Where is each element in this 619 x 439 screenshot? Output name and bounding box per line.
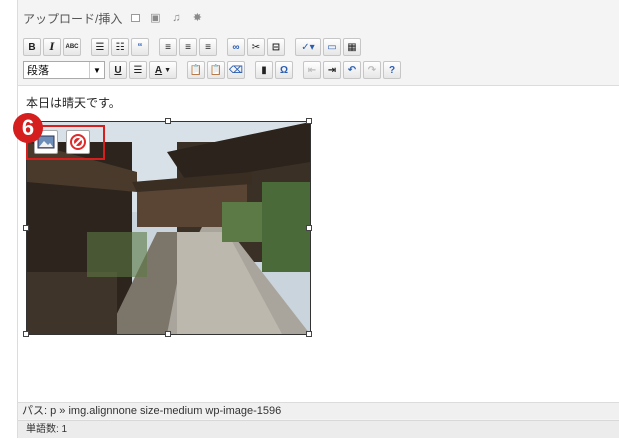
video-icon[interactable]: ▣ [149, 12, 161, 24]
kitchen-sink-icon: ▦ [347, 41, 357, 53]
justify-icon: ☰ [133, 64, 143, 76]
resize-handle-top[interactable] [165, 118, 171, 124]
spellcheck-button[interactable]: ✓▾ [295, 38, 321, 56]
insert-link-button[interactable]: ∞ [227, 38, 245, 56]
fullscreen-icon: ▭ [327, 41, 337, 53]
resize-handle-right[interactable] [306, 225, 312, 231]
align-right-icon: ≡ [205, 41, 211, 53]
text-color-button[interactable]: A ▼ [149, 61, 177, 79]
outdent-icon: ⇤ [307, 64, 317, 76]
delete-image-icon [70, 134, 86, 150]
editor-content[interactable]: 本日は晴天です。 [18, 85, 619, 402]
help-button[interactable]: ? [383, 61, 401, 79]
align-center-icon: ≡ [185, 41, 191, 53]
element-path: パス: p » img.alignnone size-medium wp-ima… [18, 402, 619, 419]
paste-word-icon: 📋 [209, 64, 223, 76]
insert-media-button[interactable]: ▮ [255, 61, 273, 79]
strikethrough-button[interactable]: ABC [63, 38, 81, 56]
upload-insert-label: アップロード/挿入 [23, 11, 123, 26]
step-number-badge: 6 [13, 113, 43, 143]
word-count: 単語数: 1 [18, 420, 619, 438]
undo-button[interactable]: ↶ [343, 61, 361, 79]
indent-button[interactable]: ⇥ [323, 61, 341, 79]
bullet-list-button[interactable]: ☰ [91, 38, 109, 56]
paste-text-button[interactable]: 📋 [187, 61, 205, 79]
resize-handle-bottom[interactable] [165, 331, 171, 337]
align-center-button[interactable]: ≡ [179, 38, 197, 56]
underline-button[interactable]: U [109, 61, 127, 79]
resize-handle-bottom-left[interactable] [23, 331, 29, 337]
media-icon: ▮ [261, 64, 267, 76]
image-icon[interactable] [131, 14, 141, 22]
insert-more-button[interactable]: ⊟ [267, 38, 285, 56]
justify-button[interactable]: ☰ [129, 61, 147, 79]
unlink-button[interactable]: ✂ [247, 38, 265, 56]
toolbar-row-1: B I ABC ☰ ☷ “ ≡ ≡ ≡ ∞ ✂ ⊟ ✓▾ ▭ ▦ [23, 37, 363, 57]
link-icon: ∞ [232, 41, 240, 53]
music-icon[interactable]: ♫ [170, 12, 182, 24]
kitchen-sink-button[interactable]: ▦ [343, 38, 361, 56]
indent-icon: ⇥ [327, 64, 337, 76]
blockquote-button[interactable]: “ [131, 38, 149, 56]
paragraph-text: 本日は晴天です。 [26, 96, 121, 110]
bullet-list-icon: ☰ [95, 41, 105, 53]
paste-text-icon: 📋 [189, 64, 203, 76]
resize-handle-left[interactable] [23, 225, 29, 231]
paste-word-button[interactable]: 📋 [207, 61, 225, 79]
toolbar-row-2: 段落 ▼ U ☰ A ▼ 📋 📋 ⌫ ▮ Ω ⇤ ⇥ ↶ ↷ ? [23, 60, 403, 80]
format-select-value: 段落 [27, 65, 49, 77]
italic-button[interactable]: I [43, 38, 61, 56]
align-left-button[interactable]: ≡ [159, 38, 177, 56]
upload-insert-row: アップロード/挿入 ▣ ♫ ✸ [23, 8, 203, 28]
special-character-button[interactable]: Ω [275, 61, 293, 79]
resize-handle-bottom-right[interactable] [306, 331, 312, 337]
unlink-icon: ✂ [251, 41, 261, 53]
clear-formatting-button[interactable]: ⌫ [227, 61, 245, 79]
eraser-icon: ⌫ [228, 64, 244, 76]
redo-button[interactable]: ↷ [363, 61, 381, 79]
fullscreen-button[interactable]: ▭ [323, 38, 341, 56]
format-select[interactable]: 段落 ▼ [23, 61, 105, 79]
align-right-button[interactable]: ≡ [199, 38, 217, 56]
bold-button[interactable]: B [23, 38, 41, 56]
numbered-list-button[interactable]: ☷ [111, 38, 129, 56]
align-left-icon: ≡ [165, 41, 171, 53]
redo-icon: ↷ [367, 64, 377, 76]
delete-image-button[interactable] [66, 130, 90, 154]
media-icon[interactable]: ✸ [191, 12, 203, 24]
help-icon: ? [388, 64, 396, 76]
numbered-list-icon: ☷ [115, 41, 125, 53]
omega-icon: Ω [279, 64, 289, 76]
more-tag-icon: ⊟ [271, 41, 281, 53]
chevron-down-icon: ▼ [89, 62, 104, 78]
outdent-button[interactable]: ⇤ [303, 61, 321, 79]
resize-handle-top-right[interactable] [306, 118, 312, 124]
spellcheck-icon: ✓▾ [301, 41, 315, 53]
undo-icon: ↶ [347, 64, 357, 76]
